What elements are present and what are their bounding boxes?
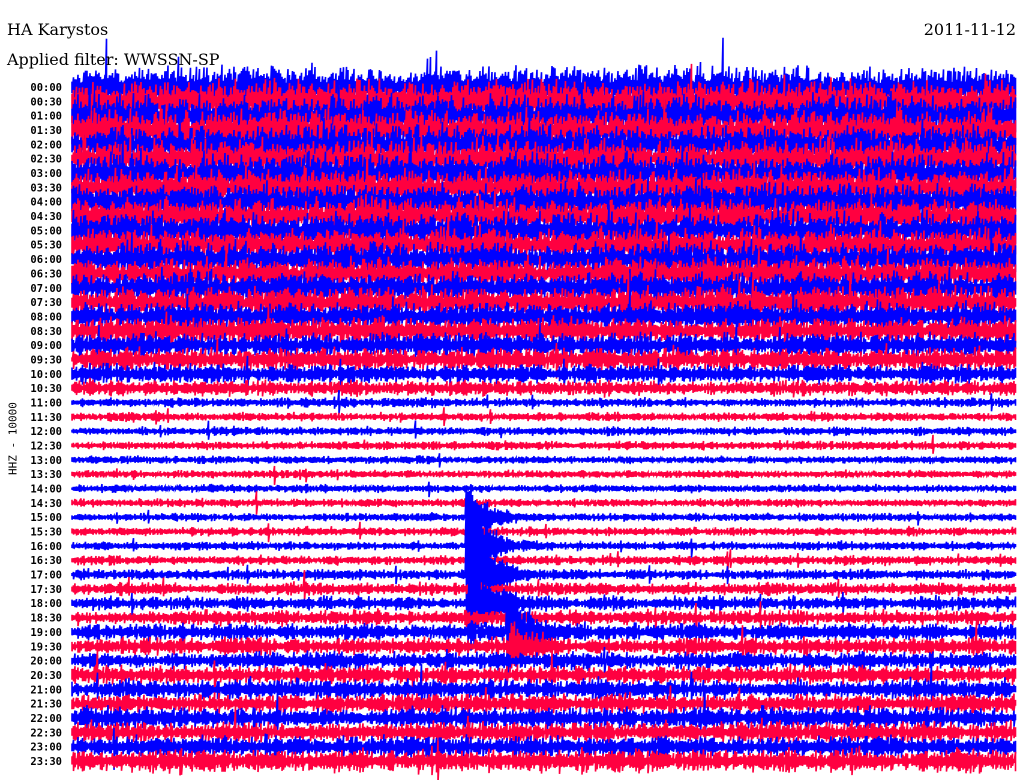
channel-axis-label: HHZ - 10000 xyxy=(6,402,20,475)
row-time-label: 10:30 xyxy=(30,383,62,395)
trace-1200 xyxy=(71,420,1017,440)
row-time-label: 07:00 xyxy=(30,283,62,295)
row-time-label: 13:00 xyxy=(30,455,62,467)
row-time-label: 17:00 xyxy=(30,570,62,582)
trace-1300 xyxy=(71,453,1017,468)
row-time-label: 14:30 xyxy=(30,498,62,510)
helicorder-plot: 00:00 00:30 01:00 01:30 02:00 02:30 03:00 03:30… xyxy=(30,37,1017,780)
row-time-label: 18:00 xyxy=(30,598,62,610)
row-time-label: 01:30 xyxy=(30,125,62,137)
row-time-label: 08:00 xyxy=(30,311,62,323)
row-time-label: 02:30 xyxy=(30,154,62,166)
row-time-label: 21:30 xyxy=(30,699,62,711)
row-time-label: 00:00 xyxy=(30,82,62,94)
trace-1430 xyxy=(71,491,1017,515)
row-time-label: 11:00 xyxy=(30,397,62,409)
filter-label: Applied filter: WWSSN-SP xyxy=(7,50,220,69)
row-time-label: 23:30 xyxy=(30,756,62,768)
trace-1630 xyxy=(71,549,1017,573)
row-time-label: 03:00 xyxy=(30,168,62,180)
row-time-label: 14:00 xyxy=(30,484,62,496)
row-time-label: 11:30 xyxy=(30,412,62,424)
row-time-label: 22:00 xyxy=(30,713,62,725)
row-time-label: 12:30 xyxy=(30,441,62,453)
row-time-label: 22:30 xyxy=(30,727,62,739)
row-time-label: 10:00 xyxy=(30,369,62,381)
row-time-label: 17:30 xyxy=(30,584,62,596)
row-time-label: 09:00 xyxy=(30,340,62,352)
row-time-label: 05:30 xyxy=(30,240,62,252)
row-time-label: 06:30 xyxy=(30,268,62,280)
row-time-label: 01:00 xyxy=(30,111,62,123)
row-time-label: 16:30 xyxy=(30,555,62,567)
row-time-label: 20:30 xyxy=(30,670,62,682)
row-time-label: 15:00 xyxy=(30,512,62,524)
row-time-label: 23:00 xyxy=(30,742,62,754)
row-time-label: 05:00 xyxy=(30,225,62,237)
row-time-label: 02:00 xyxy=(30,139,62,151)
row-time-label: 19:30 xyxy=(30,641,62,653)
row-time-label: 04:30 xyxy=(30,211,62,223)
row-time-label: 18:30 xyxy=(30,613,62,625)
row-time-label: 12:00 xyxy=(30,426,62,438)
row-time-label: 04:00 xyxy=(30,197,62,209)
row-time-label: 06:00 xyxy=(30,254,62,266)
row-time-label: 16:00 xyxy=(30,541,62,553)
trace-1330 xyxy=(71,465,1017,485)
row-time-label: 20:00 xyxy=(30,656,62,668)
row-time-label: 13:30 xyxy=(30,469,62,481)
trace-1130 xyxy=(71,407,1017,426)
row-time-label: 21:00 xyxy=(30,684,62,696)
trace-1230 xyxy=(71,434,1017,454)
row-time-label: 09:30 xyxy=(30,354,62,366)
row-time-label: 08:30 xyxy=(30,326,62,338)
row-time-label: 03:30 xyxy=(30,182,62,194)
trace-1530 xyxy=(71,521,1017,543)
row-time-label: 15:30 xyxy=(30,527,62,539)
row-time-label: 19:00 xyxy=(30,627,62,639)
trace-1400 xyxy=(71,481,1017,498)
row-time-label: 00:30 xyxy=(30,96,62,108)
row-time-label: 07:30 xyxy=(30,297,62,309)
